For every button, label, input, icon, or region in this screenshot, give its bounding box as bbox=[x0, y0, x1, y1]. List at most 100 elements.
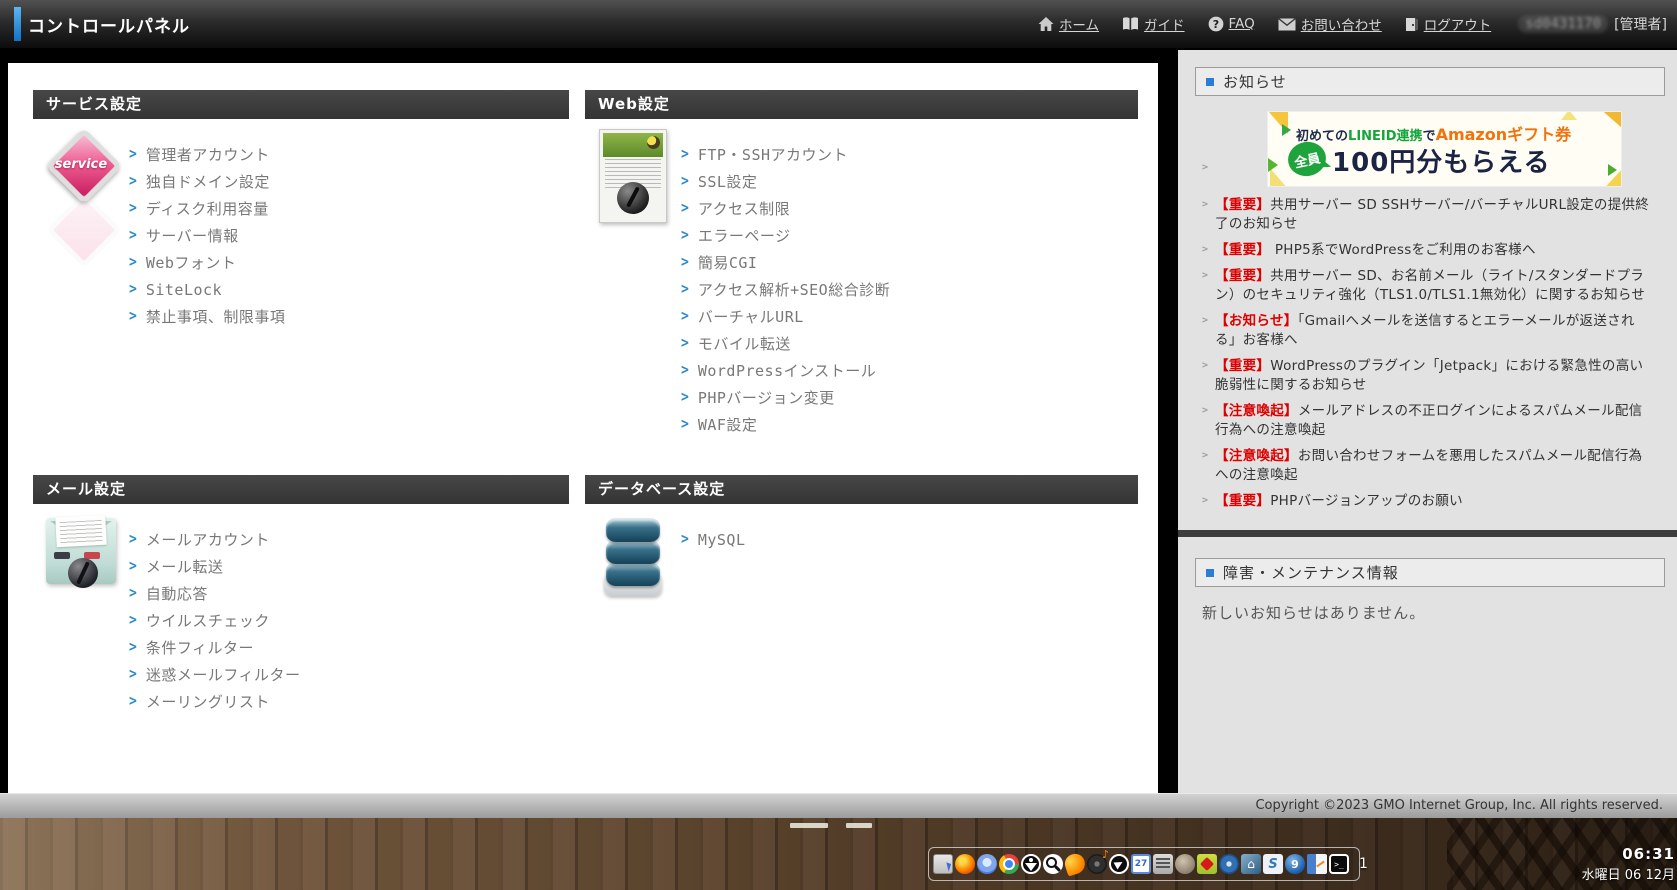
chromium-icon[interactable] bbox=[977, 854, 997, 874]
link-access-analytics[interactable]: >アクセス解析+SEO総合診断 bbox=[681, 276, 890, 303]
nav-faq[interactable]: ? FAQ bbox=[1208, 16, 1255, 32]
username: sd0431170 bbox=[1518, 15, 1608, 33]
link-mail-account[interactable]: >メールアカウント bbox=[129, 526, 301, 553]
contact-icon bbox=[1278, 18, 1296, 31]
link-mail-forward[interactable]: >メール転送 bbox=[129, 553, 301, 580]
news-title: お知らせ bbox=[1223, 71, 1287, 92]
link-error-page[interactable]: >エラーページ bbox=[681, 222, 890, 249]
confetti-triangle bbox=[1597, 112, 1621, 136]
maintenance-header: 障害・メンテナンス情報 bbox=[1195, 558, 1665, 587]
link-php-version[interactable]: >PHPバージョン変更 bbox=[681, 384, 890, 411]
clock-date: 水曜日 06 12月 bbox=[1582, 864, 1675, 883]
nav-guide[interactable]: ガイド bbox=[1122, 14, 1185, 34]
chevron-icon: > bbox=[681, 531, 689, 548]
link-admin-account[interactable]: >管理者アカウント bbox=[129, 141, 285, 168]
chevron-bullet-icon: > bbox=[1202, 495, 1208, 511]
chevron-bullet-icon: > bbox=[1202, 405, 1208, 440]
db-cylinder bbox=[606, 540, 660, 564]
news-item[interactable]: > 【重要】WordPressのプラグイン「Jetpack」における緊急性の高い… bbox=[1202, 357, 1654, 395]
chevron-icon: > bbox=[129, 639, 137, 656]
main-panel: サービス設定 service >管理者アカウント >独自ドメイン設定 >ディスク… bbox=[8, 63, 1158, 793]
panel-config-icon[interactable] bbox=[1153, 854, 1173, 874]
link-access-limit[interactable]: >アクセス制限 bbox=[681, 195, 890, 222]
nav-home[interactable]: ホーム bbox=[1038, 14, 1099, 34]
maintenance-title: 障害・メンテナンス情報 bbox=[1223, 562, 1399, 583]
workspace-indicator[interactable]: 1 bbox=[1359, 856, 1368, 872]
section-web-header: Web設定 bbox=[585, 90, 1138, 119]
sidebar-separator bbox=[1178, 530, 1677, 537]
chevron-bullet-icon: > bbox=[1202, 270, 1208, 305]
clock-time: 06:31 bbox=[1582, 845, 1675, 863]
link-web-font[interactable]: >Webフォント bbox=[129, 249, 285, 276]
link-prohibited[interactable]: >禁止事項、制限事項 bbox=[129, 303, 285, 330]
nav-contact-label: お問い合わせ bbox=[1301, 14, 1382, 34]
chevron-icon: > bbox=[681, 416, 689, 433]
link-easy-cgi[interactable]: >簡易CGI bbox=[681, 249, 890, 276]
link-disk-usage[interactable]: >ディスク利用容量 bbox=[129, 195, 285, 222]
news-item[interactable]: > 【重要】 PHP5系でWordPressをご利用のお客様へ bbox=[1202, 241, 1654, 260]
news-item[interactable]: > 【お知らせ】「Gmailへメールを送信するとエラーメールが返送される」お客様… bbox=[1202, 312, 1654, 350]
pointer-icon[interactable] bbox=[1109, 854, 1129, 874]
database-links: >MySQL bbox=[681, 510, 745, 606]
cube-home-icon[interactable]: ⌂ bbox=[1241, 854, 1261, 874]
s-swirl-icon[interactable]: S bbox=[1263, 854, 1283, 874]
magnifier-icon[interactable] bbox=[1043, 854, 1063, 874]
robot-icon[interactable] bbox=[1175, 854, 1195, 874]
news-item[interactable]: > 【重要】共用サーバー SD、お名前メール（ライト/スタンダードプラン）のセキ… bbox=[1202, 267, 1654, 305]
chevron-bullet-icon: > bbox=[1202, 450, 1208, 485]
notes-icon[interactable] bbox=[1307, 854, 1327, 874]
database-icon bbox=[585, 510, 681, 606]
link-mailing-list[interactable]: >メーリングリスト bbox=[129, 688, 301, 715]
chrome-icon[interactable] bbox=[999, 854, 1019, 874]
maple-leaf-icon[interactable] bbox=[1197, 854, 1217, 874]
link-auto-reply[interactable]: >自動応答 bbox=[129, 580, 301, 607]
accessibility-icon[interactable] bbox=[1021, 854, 1041, 874]
sidebar: お知らせ > 初めてのLINEID連携でAmazonギフト券 全員 100円分も… bbox=[1178, 50, 1677, 793]
chevron-icon: > bbox=[681, 308, 689, 325]
link-own-domain[interactable]: >独自ドメイン設定 bbox=[129, 168, 285, 195]
chevron-icon: > bbox=[129, 200, 137, 217]
link-server-info[interactable]: >サーバー情報 bbox=[129, 222, 285, 249]
terminal-icon[interactable]: >_ bbox=[1329, 854, 1349, 874]
chevron-icon: > bbox=[681, 200, 689, 217]
chevron-icon: > bbox=[681, 227, 689, 244]
calendar-icon[interactable]: 27 bbox=[1131, 854, 1151, 874]
chevron-icon: > bbox=[681, 335, 689, 352]
service-links: >管理者アカウント >独自ドメイン設定 >ディスク利用容量 >サーバー情報 >W… bbox=[129, 125, 285, 330]
news-item[interactable]: > 【注意喚起】メールアドレスの不正ログインによるスパムメール配信行為への注意喚… bbox=[1202, 402, 1654, 440]
line-amazon-banner[interactable]: 初めてのLINEID連携でAmazonギフト券 全員 100円分もらえる bbox=[1268, 112, 1621, 186]
sphere-icon[interactable]: 9 bbox=[1285, 854, 1305, 874]
news-item[interactable]: > 【重要】共用サーバー SD SSHサーバー/バーチャルURL設定の提供終了の… bbox=[1202, 196, 1654, 234]
chevron-bullet-icon: > bbox=[1202, 360, 1208, 395]
link-virus-check[interactable]: >ウイルスチェック bbox=[129, 607, 301, 634]
news-item[interactable]: > 【注意喚起】お問い合わせフォームを悪用したスパムメール配信行為への注意喚起 bbox=[1202, 447, 1654, 485]
taskbar-dock: 27 ⌂ S 9 >_ 1 bbox=[928, 847, 1360, 881]
service-icon: service bbox=[33, 125, 129, 330]
chevron-icon: > bbox=[129, 585, 137, 602]
music-disc-icon[interactable] bbox=[1087, 854, 1107, 874]
link-ssl[interactable]: >SSL設定 bbox=[681, 168, 890, 195]
link-waf[interactable]: >WAF設定 bbox=[681, 411, 890, 438]
link-mobile-forward[interactable]: >モバイル転送 bbox=[681, 330, 890, 357]
nav-logout[interactable]: ログアウト bbox=[1405, 14, 1492, 34]
chevron-icon: > bbox=[129, 612, 137, 629]
screenshot-tool-icon[interactable] bbox=[933, 854, 953, 874]
link-virtual-url[interactable]: >バーチャルURL bbox=[681, 303, 890, 330]
swirl-icon[interactable] bbox=[1219, 854, 1239, 874]
link-ftp-ssh[interactable]: >FTP・SSHアカウント bbox=[681, 141, 890, 168]
nav-contact[interactable]: お問い合わせ bbox=[1278, 14, 1382, 34]
firefox-icon[interactable] bbox=[955, 854, 975, 874]
link-sitelock[interactable]: >SiteLock bbox=[129, 276, 285, 303]
news-item[interactable]: > 【重要】PHPバージョンアップのお願い bbox=[1202, 492, 1654, 511]
section-web: Web設定 >FTP・SSHアカウント >SSL設定 >アクセス制限 >エラーペ… bbox=[585, 90, 1138, 438]
chevron-bullet-icon: > bbox=[1202, 199, 1208, 234]
link-spam-filter[interactable]: >迷惑メールフィルター bbox=[129, 661, 301, 688]
chevron-icon: > bbox=[681, 389, 689, 406]
link-wordpress-install[interactable]: >WordPressインストール bbox=[681, 357, 890, 384]
link-mysql[interactable]: >MySQL bbox=[681, 526, 745, 553]
flame-icon[interactable] bbox=[1062, 851, 1087, 876]
chevron-icon: > bbox=[129, 173, 137, 190]
link-condition-filter[interactable]: >条件フィルター bbox=[129, 634, 301, 661]
banner-play-icon bbox=[1282, 124, 1291, 136]
nav-home-label: ホーム bbox=[1059, 14, 1099, 34]
